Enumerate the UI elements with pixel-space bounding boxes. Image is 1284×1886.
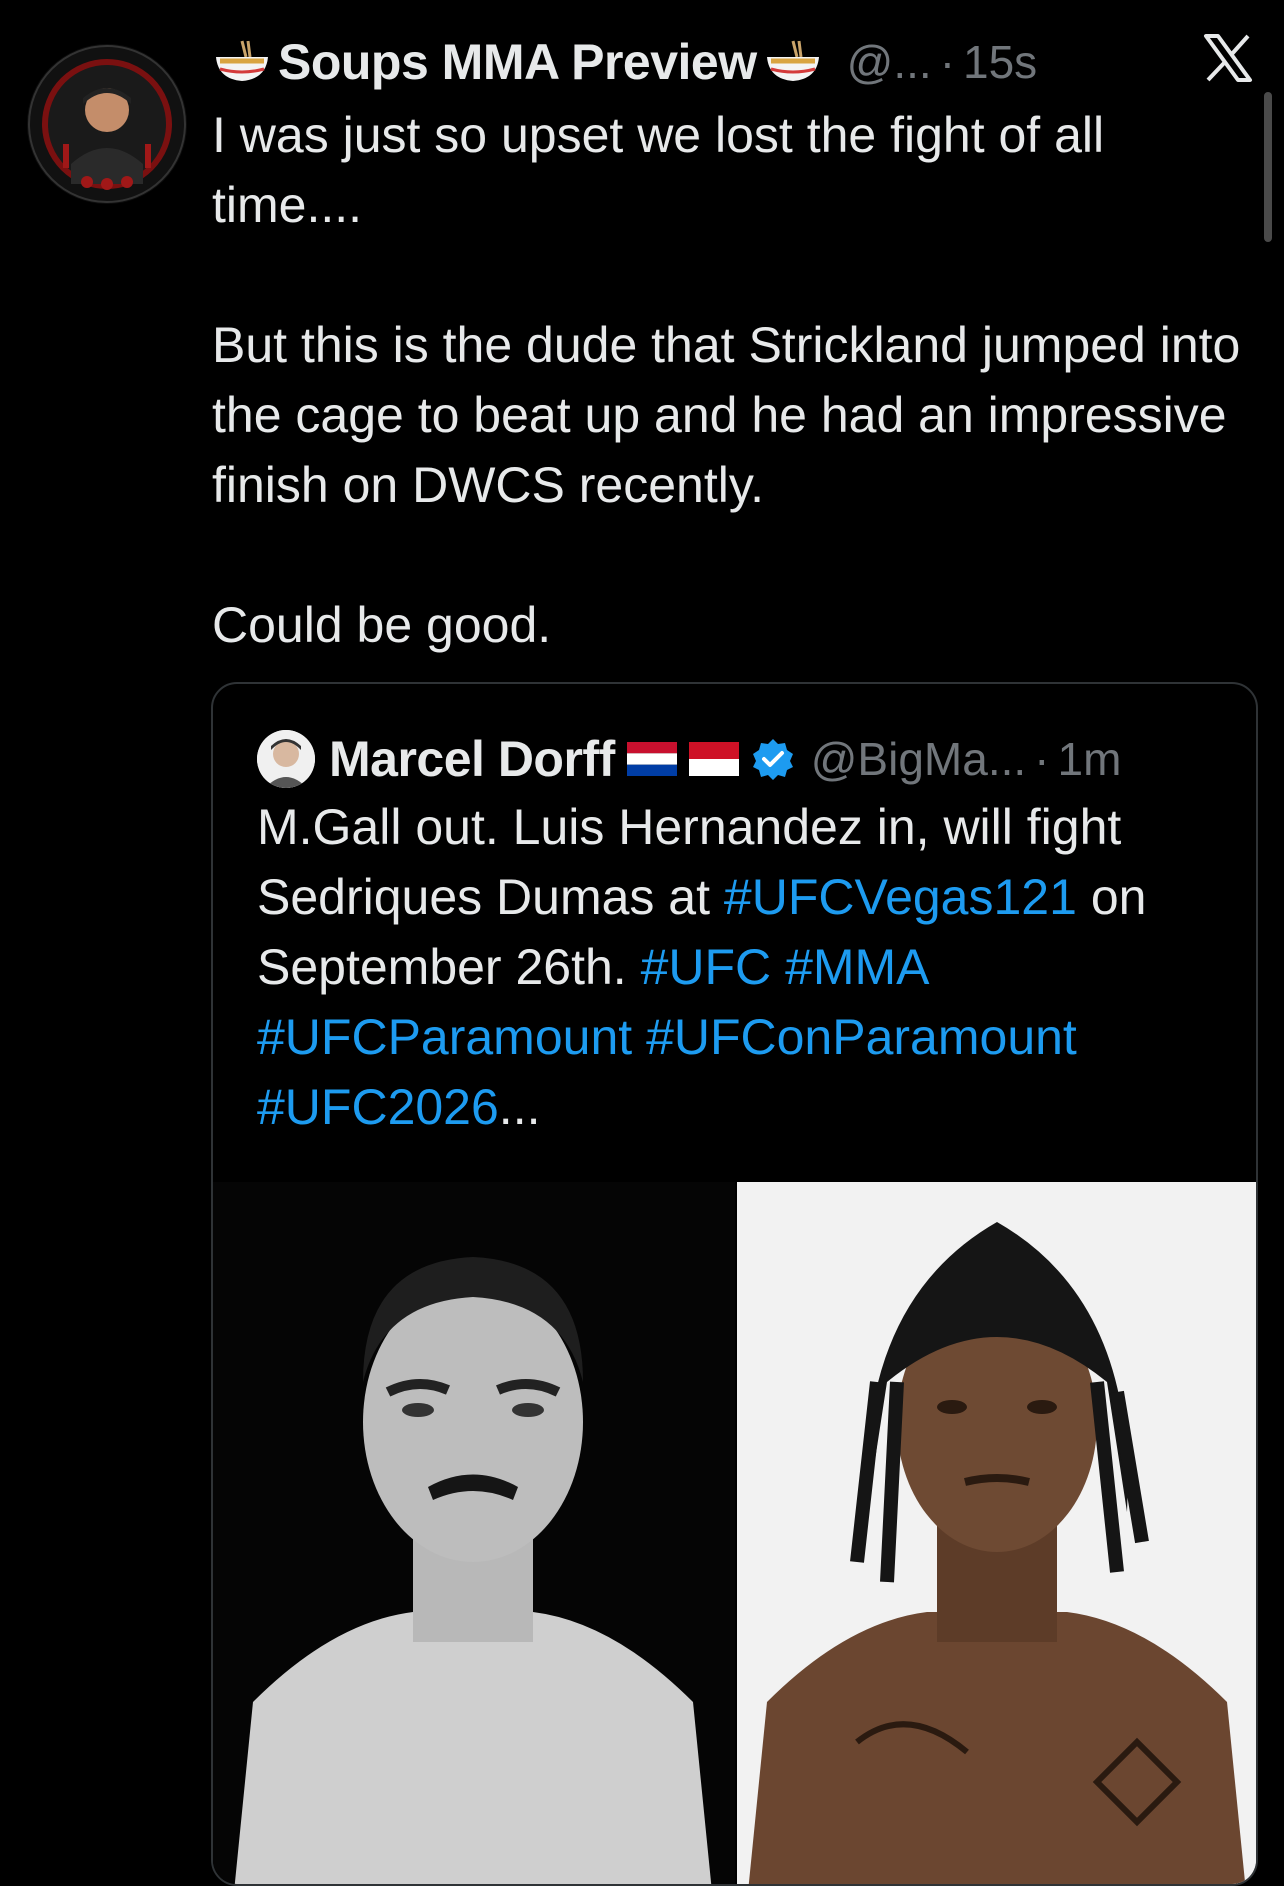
- indonesia-flag-icon: [688, 742, 739, 776]
- truncation-ellipsis: ...: [498, 1079, 541, 1135]
- verified-badge-icon: [752, 739, 793, 780]
- tweet-timestamp[interactable]: 15s: [963, 35, 1037, 89]
- quoted-author-handle[interactable]: @BigMa...: [811, 732, 1026, 786]
- hashtag-link[interactable]: #UFCVegas121: [724, 869, 1077, 925]
- quoted-author-name[interactable]: Marcel Dorff: [329, 730, 615, 788]
- author-name[interactable]: Soups MMA Preview: [278, 33, 757, 91]
- fighter-photo-left[interactable]: [213, 1182, 735, 1884]
- hashtag-link[interactable]: #UFCParamount: [257, 1009, 632, 1065]
- scrollbar[interactable]: [1264, 92, 1272, 242]
- quoted-tweet[interactable]: Marcel Dorff @BigMa... · 1m M.Gall out. …: [211, 682, 1258, 1886]
- netherlands-flag-icon: [626, 742, 677, 776]
- quoted-tweet-text: M.Gall out. Luis Hernandez in, will figh…: [257, 792, 1237, 1142]
- avatar-image: [28, 45, 186, 203]
- fighter-portrait-image: [213, 1182, 735, 1884]
- fighter-photo-right[interactable]: [737, 1182, 1256, 1884]
- author-avatar[interactable]: [27, 44, 187, 204]
- quoted-timestamp[interactable]: 1m: [1058, 732, 1122, 786]
- tweet-body: I was just so upset we lost the fight of…: [212, 107, 1241, 653]
- hashtag-link[interactable]: #UFC: [641, 939, 772, 995]
- soup-emoji-icon: [216, 40, 268, 81]
- x-logo-icon[interactable]: [1202, 32, 1254, 84]
- tweet-header: Soups MMA Preview @... · 15s: [212, 30, 1244, 94]
- hashtag-link[interactable]: #UFC2026: [257, 1079, 499, 1135]
- fighter-portrait-image: [737, 1182, 1256, 1884]
- hashtag-link[interactable]: #MMA: [785, 939, 929, 995]
- author-handle[interactable]: @...: [847, 35, 932, 89]
- separator: ·: [1034, 733, 1050, 785]
- quoted-avatar-image: [257, 730, 315, 788]
- quoted-author-avatar[interactable]: [257, 730, 315, 788]
- soup-emoji-icon: [766, 40, 819, 81]
- separator: ·: [939, 36, 956, 88]
- hashtag-link[interactable]: #UFConParamount: [646, 1009, 1077, 1065]
- quoted-media[interactable]: [213, 1182, 1256, 1884]
- quoted-tweet-header: Marcel Dorff @BigMa... · 1m: [257, 726, 1121, 792]
